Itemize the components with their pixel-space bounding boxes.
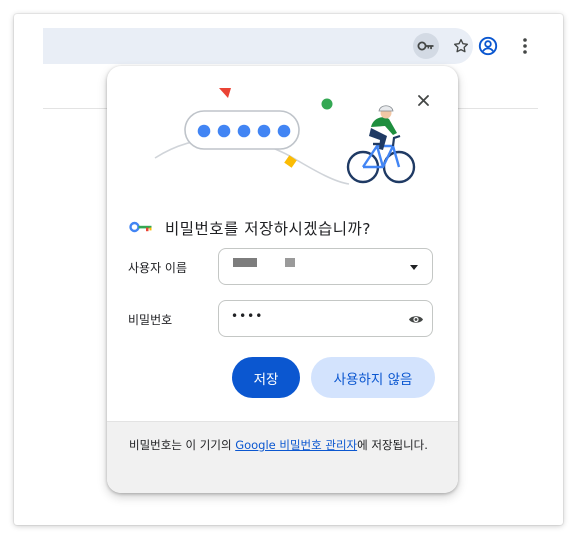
profile-icon[interactable]	[475, 33, 501, 59]
close-icon[interactable]	[411, 88, 435, 112]
footer-text: 비밀번호는 이 기기의 Google 비밀번호 관리자에 저장됩니다.	[129, 434, 429, 456]
more-vert-icon[interactable]	[514, 33, 536, 59]
redacted-username-part	[285, 258, 295, 267]
bookmark-star-icon[interactable]	[448, 33, 474, 59]
dialog-footer: 비밀번호는 이 기기의 Google 비밀번호 관리자에 저장됩니다.	[107, 421, 458, 493]
dropdown-arrow-icon[interactable]	[410, 265, 418, 270]
password-key-icon	[129, 219, 153, 238]
username-dropdown[interactable]	[218, 248, 433, 285]
address-bar[interactable]	[43, 28, 473, 64]
password-value: ••••	[231, 309, 264, 323]
password-label: 비밀번호	[128, 313, 173, 327]
show-password-eye-icon[interactable]	[407, 310, 425, 328]
never-save-button[interactable]: 사용하지 않음	[311, 357, 435, 398]
dialog-title: 비밀번호를 저장하시겠습니까?	[165, 220, 372, 238]
username-label: 사용자 이름	[128, 261, 188, 275]
save-button[interactable]: 저장	[232, 357, 300, 398]
save-password-dialog: 비밀번호를 저장하시겠습니까? 사용자 이름 비밀번호 •••• 저장 사용하지…	[107, 66, 458, 493]
dialog-title-row: 비밀번호를 저장하시겠습니까?	[129, 216, 371, 240]
password-key-icon[interactable]	[413, 33, 439, 59]
password-field[interactable]: ••••	[218, 300, 433, 337]
footer-text-prefix: 비밀번호는 이 기기의	[129, 438, 236, 452]
password-manager-link[interactable]: Google 비밀번호 관리자	[235, 438, 357, 452]
footer-text-suffix: 에 저장됩니다.	[357, 438, 428, 452]
password-illustration	[154, 88, 416, 185]
redacted-username	[233, 258, 257, 267]
